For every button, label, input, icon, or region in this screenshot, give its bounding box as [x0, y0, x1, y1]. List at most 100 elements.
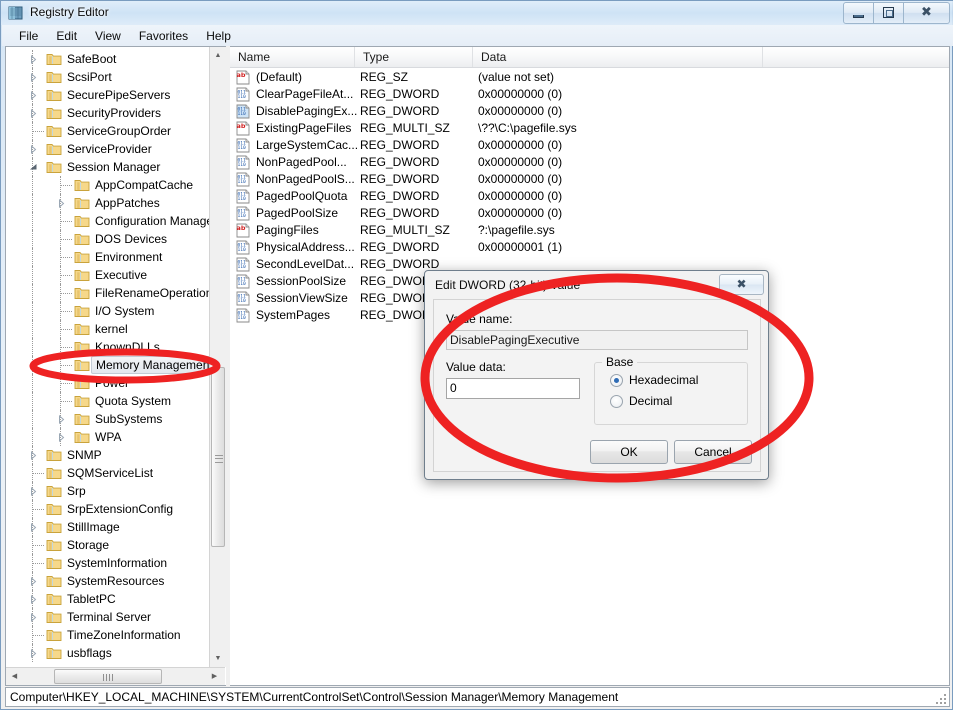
tree-item[interactable]: Memory Management	[6, 356, 209, 374]
tree-item[interactable]: SystemResources	[6, 572, 209, 590]
tree-item[interactable]: SNMP	[6, 446, 209, 464]
value-type: REG_DWORD	[360, 138, 440, 152]
value-row[interactable]: 011 110 DisablePagingEx... REG_DWORD 0x00000…	[230, 103, 949, 120]
resize-grip-icon[interactable]	[935, 692, 947, 704]
tree-item[interactable]: SrpExtensionConfig	[6, 500, 209, 518]
dword-value-icon: 011 110	[236, 206, 250, 221]
value-row[interactable]: ab ExistingPageFiles REG_MULTI_SZ \??\C:\pa…	[230, 120, 949, 137]
svg-text:110: 110	[237, 281, 246, 287]
tree-item[interactable]: Environment	[6, 248, 209, 266]
chevron-right-icon[interactable]	[29, 55, 38, 64]
folder-icon	[74, 304, 90, 318]
tree-item[interactable]: WPA	[6, 428, 209, 446]
chevron-right-icon[interactable]	[57, 433, 66, 442]
title-bar[interactable]: Registry Editor ✖	[1, 1, 953, 25]
column-header-data[interactable]: Data	[473, 47, 763, 67]
registry-editor-icon	[8, 5, 24, 21]
tree-connector-stub	[61, 365, 72, 366]
status-bar-path: Computer\HKEY_LOCAL_MACHINE\SYSTEM\Curre…	[10, 690, 619, 704]
value-name-field[interactable]: DisablePagingExecutive	[446, 330, 748, 350]
folder-icon	[74, 250, 90, 264]
tree-item[interactable]: SecurityProviders	[6, 104, 209, 122]
scroll-up-button[interactable]: ▲	[210, 47, 226, 64]
column-header-type[interactable]: Type	[355, 47, 473, 67]
tree-item[interactable]: FileRenameOperations	[6, 284, 209, 302]
tree-horizontal-scrollbar[interactable]: ◀ ▶	[6, 667, 225, 685]
cancel-button[interactable]: Cancel	[674, 440, 752, 464]
tree-vertical-scrollbar[interactable]: ▲ ▼	[209, 47, 226, 667]
column-header-name[interactable]: Name	[230, 47, 355, 67]
chevron-down-icon[interactable]	[29, 163, 38, 172]
chevron-right-icon[interactable]	[29, 109, 38, 118]
chevron-right-icon[interactable]	[57, 199, 66, 208]
tree-item[interactable]: AppCompatCache	[6, 176, 209, 194]
close-button[interactable]: ✖	[904, 2, 950, 24]
chevron-right-icon[interactable]	[29, 523, 38, 532]
value-data-field[interactable]: 0	[446, 378, 580, 399]
value-type: REG_DWORD	[360, 87, 440, 101]
menu-item-view[interactable]: View	[86, 27, 130, 45]
tree-horizontal-scroll-thumb[interactable]	[54, 669, 162, 684]
tree-item[interactable]: ServiceProvider	[6, 140, 209, 158]
chevron-right-icon[interactable]	[29, 649, 38, 658]
tree-item[interactable]: I/O System	[6, 302, 209, 320]
menu-item-help[interactable]: Help	[197, 27, 240, 45]
value-row[interactable]: ab PagingFiles REG_MULTI_SZ ?:\pagefile.sys	[230, 222, 949, 239]
menu-item-favorites[interactable]: Favorites	[130, 27, 197, 45]
tree-item[interactable]: kernel	[6, 320, 209, 338]
chevron-right-icon[interactable]	[57, 415, 66, 424]
tree-item[interactable]: ServiceGroupOrder	[6, 122, 209, 140]
tree-item[interactable]: TimeZoneInformation	[6, 626, 209, 644]
registry-tree[interactable]: SafeBoot ScsiPort SecurePipeServers Securit…	[6, 47, 209, 667]
tree-item[interactable]: Quota System	[6, 392, 209, 410]
tree-item[interactable]: SQMServiceList	[6, 464, 209, 482]
tree-item[interactable]: Configuration Manager	[6, 212, 209, 230]
tree-vertical-scroll-thumb[interactable]	[211, 367, 225, 547]
chevron-right-icon[interactable]	[29, 145, 38, 154]
tree-item[interactable]: Executive	[6, 266, 209, 284]
tree-item[interactable]: Power	[6, 374, 209, 392]
value-row[interactable]: ab (Default) REG_SZ (value not set)	[230, 69, 949, 86]
chevron-right-icon[interactable]	[29, 613, 38, 622]
tree-item[interactable]: Storage	[6, 536, 209, 554]
menu-item-file[interactable]: File	[10, 27, 47, 45]
dialog-close-button[interactable]: ✖	[719, 274, 764, 295]
value-row[interactable]: 011 110 LargeSystemCac... REG_DWORD 0x000000…	[230, 137, 949, 154]
tree-item[interactable]: SystemInformation	[6, 554, 209, 572]
tree-item[interactable]: SecurePipeServers	[6, 86, 209, 104]
value-row[interactable]: 011 110 PhysicalAddress... REG_DWORD 0x00000…	[230, 239, 949, 256]
edit-dword-dialog: Edit DWORD (32-bit) Value ✖ Value name: …	[424, 270, 769, 480]
restore-button[interactable]	[874, 2, 904, 24]
tree-item[interactable]: AppPatches	[6, 194, 209, 212]
tree-item[interactable]: SafeBoot	[6, 50, 209, 68]
chevron-right-icon[interactable]	[29, 451, 38, 460]
scroll-down-button[interactable]: ▼	[210, 650, 226, 667]
chevron-right-icon[interactable]	[29, 577, 38, 586]
value-row[interactable]: 011 110 ClearPageFileAt... REG_DWORD 0x00000…	[230, 86, 949, 103]
tree-item[interactable]: usbflags	[6, 644, 209, 662]
tree-item[interactable]: SubSystems	[6, 410, 209, 428]
minimize-button[interactable]	[843, 2, 874, 24]
value-data: 0x00000000 (0)	[478, 189, 563, 203]
tree-item[interactable]: KnownDLLs	[6, 338, 209, 356]
ok-button[interactable]: OK	[590, 440, 668, 464]
tree-item[interactable]: DOS Devices	[6, 230, 209, 248]
value-row[interactable]: 011 110 NonPagedPoolS... REG_DWORD 0x0000000…	[230, 171, 949, 188]
tree-item[interactable]: Terminal Server	[6, 608, 209, 626]
menu-item-edit[interactable]: Edit	[47, 27, 86, 45]
scroll-right-button[interactable]: ▶	[206, 668, 223, 685]
value-row[interactable]: 011 110 PagedPoolSize REG_DWORD 0x00000000 (…	[230, 205, 949, 222]
chevron-right-icon[interactable]	[29, 91, 38, 100]
value-row[interactable]: 011 110 NonPagedPool... REG_DWORD 0x00000000…	[230, 154, 949, 171]
chevron-right-icon[interactable]	[29, 487, 38, 496]
tree-item[interactable]: ScsiPort	[6, 68, 209, 86]
value-row[interactable]: 011 110 PagedPoolQuota REG_DWORD 0x00000000 …	[230, 188, 949, 205]
tree-item[interactable]: StillImage	[6, 518, 209, 536]
chevron-right-icon[interactable]	[29, 73, 38, 82]
value-name: NonPagedPool...	[256, 155, 347, 169]
tree-item[interactable]: Session Manager	[6, 158, 209, 176]
tree-item[interactable]: Srp	[6, 482, 209, 500]
scroll-left-button[interactable]: ◀	[6, 668, 23, 685]
tree-item[interactable]: TabletPC	[6, 590, 209, 608]
chevron-right-icon[interactable]	[29, 595, 38, 604]
